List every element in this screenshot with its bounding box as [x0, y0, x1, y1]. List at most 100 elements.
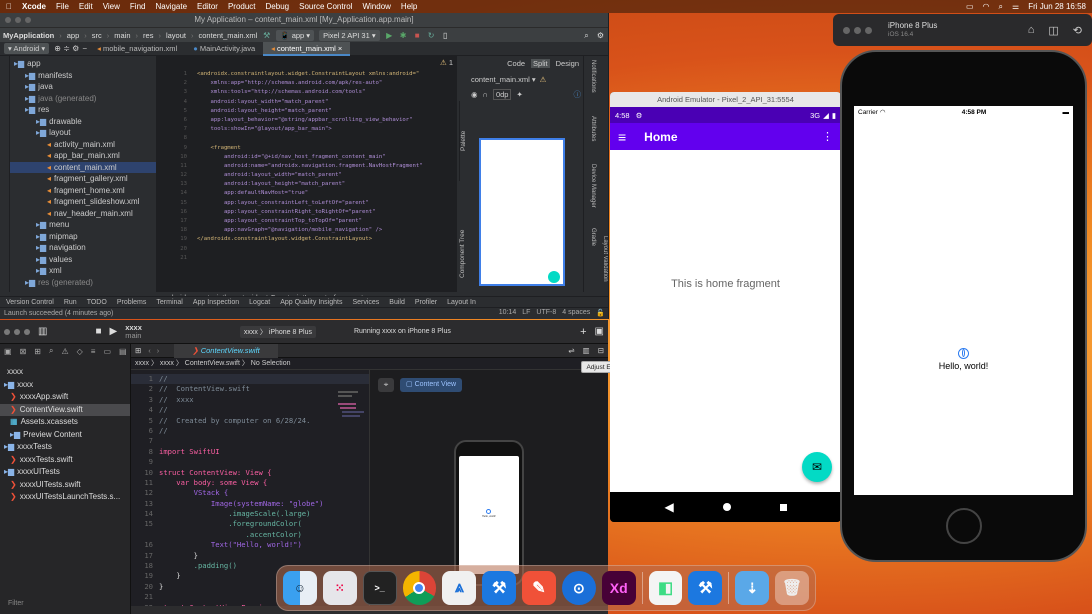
home-button[interactable] — [722, 503, 731, 511]
home-button[interactable] — [946, 508, 982, 544]
breadcrumb-layout[interactable]: layout — [166, 31, 186, 40]
pin-icon[interactable]: ⌖ — [378, 378, 394, 392]
tool-window-button[interactable]: Build — [389, 299, 405, 306]
preview-chip[interactable]: ▢ Content View — [400, 378, 463, 392]
stop-icon[interactable]: ■ — [95, 326, 101, 337]
menu-item-find[interactable]: Find — [130, 2, 146, 11]
device-select[interactable]: Pixel 2 API 31 ▾ — [319, 29, 380, 41]
navigator-item[interactable]: ❯ ContentView.swift — [0, 403, 130, 416]
gradle-tab[interactable]: Gradle — [586, 228, 596, 252]
menu-app-name[interactable]: Xcode — [22, 2, 46, 11]
tool-window-button[interactable]: Layout In — [447, 299, 476, 306]
menu-clock[interactable]: Fri Jun 28 16:58 — [1028, 2, 1086, 11]
screenshot-icon[interactable]: ◫ — [1048, 24, 1058, 37]
menu-item-product[interactable]: Product — [228, 2, 256, 11]
breadcrumb-main[interactable]: main — [114, 31, 130, 40]
rotate-icon[interactable]: ⟲ — [1073, 24, 1082, 37]
forward-icon[interactable]: › — [154, 346, 163, 355]
sidebar-toggle-icon[interactable]: ▥ — [38, 326, 47, 337]
project-tree-item[interactable]: ▸▆ res — [10, 104, 156, 116]
add-editor-icon[interactable]: ⊟ — [594, 346, 608, 355]
tab-main-activity[interactable]: ● MainActivity.java — [185, 42, 263, 56]
dock-proxyman[interactable]: ⊙ — [561, 571, 596, 605]
project-tree-item[interactable]: ▸▆ menu — [10, 219, 156, 231]
navigator-item[interactable]: ▸▆ xxxxTests — [0, 441, 130, 454]
breadcrumb-src[interactable]: src — [92, 31, 102, 40]
warning-icon[interactable]: ⚠ — [440, 58, 447, 67]
project-tree-item[interactable]: ▸▆ res (generated) — [10, 277, 156, 289]
dock-finder[interactable]: ☺ — [283, 571, 317, 605]
lock-icon[interactable]: 🔓 — [596, 309, 605, 317]
navigator-item[interactable]: ▸▆ xxxxUITests — [0, 466, 130, 479]
breadcrumb-res[interactable]: res — [143, 31, 153, 40]
project-tree-item[interactable]: ▸▆ mipmap — [10, 231, 156, 243]
dock-android-studio[interactable]: ◧ — [648, 571, 683, 605]
magnet-icon[interactable]: ∩ — [483, 90, 488, 99]
tool-window-button[interactable]: Run — [64, 299, 77, 306]
wifi-icon[interactable]: ◠ — [983, 2, 990, 11]
menu-item-debug[interactable]: Debug — [266, 2, 290, 11]
tool-window-button[interactable]: Logcat — [249, 299, 270, 306]
error-icon[interactable]: ⚠ — [540, 75, 547, 84]
attributes-tab[interactable]: Attributes — [586, 116, 596, 156]
dock-trash[interactable]: 🗑 — [775, 571, 809, 605]
add-icon[interactable]: + — [580, 326, 586, 338]
project-tree-item[interactable]: ◂ nav_header_main.xml — [10, 208, 156, 220]
project-tree-item[interactable]: ◂ app_bar_main.xml — [10, 150, 156, 162]
tab-mobile-navigation[interactable]: ◂ mobile_navigation.xml — [89, 42, 185, 56]
gear-icon[interactable]: ⚙ — [71, 44, 80, 53]
debug-icon[interactable]: ≡ — [91, 347, 96, 356]
zoom-window-button[interactable] — [25, 17, 31, 23]
menu-item-view[interactable]: View — [103, 2, 120, 11]
breadcrumb-file[interactable]: content_main.xml — [198, 31, 257, 40]
project-tree-item[interactable]: ▸▆ navigation — [10, 242, 156, 254]
report-icon[interactable]: ▤ — [119, 347, 127, 356]
component-tree-tab[interactable]: Component Tree — [459, 216, 470, 291]
debug-icon[interactable]: ✱ — [399, 31, 408, 40]
tool-window-button[interactable]: Services — [352, 299, 379, 306]
design-file-select[interactable]: content_main.xml ▾ — [471, 75, 536, 84]
jump-project[interactable]: xxxx — [135, 360, 149, 367]
project-tree-item[interactable]: ▸▆ java — [10, 81, 156, 93]
inspector-toggle-icon[interactable]: ▣ — [595, 326, 604, 337]
run-config-select[interactable]: 📱 app ▾ — [276, 29, 315, 41]
project-tree-item[interactable]: ▸▆ layout — [10, 127, 156, 139]
zoom-window-button[interactable] — [24, 328, 30, 335]
find-icon[interactable]: ⌕ — [49, 346, 53, 356]
device-manager-tab[interactable]: Device Manager — [586, 164, 596, 224]
design-view-button[interactable]: Design — [556, 59, 579, 68]
control-center-icon[interactable]: ⚌ — [1012, 2, 1019, 11]
tool-window-button[interactable]: App Quality Insights — [280, 299, 342, 306]
recents-button[interactable] — [779, 503, 787, 511]
tool-window-button[interactable]: TODO — [87, 299, 107, 306]
minus-icon[interactable]: − — [80, 44, 89, 53]
layout-validation-tab[interactable]: Layout Validation — [598, 236, 608, 292]
navigator-item[interactable]: ▦ Assets.xcassets — [0, 416, 130, 429]
settings-icon[interactable]: ⚙ — [596, 31, 605, 40]
device-manager-icon[interactable]: ▯ — [441, 31, 450, 40]
project-tree-item[interactable]: ◂ fragment_slideshow.xml — [10, 196, 156, 208]
dock-adobe-xd[interactable]: Xd — [601, 571, 636, 605]
target-icon[interactable]: ⊕ — [53, 44, 62, 53]
symbol-icon[interactable]: ⊞ — [34, 347, 41, 356]
editor-options-icon[interactable]: ⇌ — [564, 346, 578, 355]
project-tree-item[interactable]: ▸▆ xml — [10, 265, 156, 277]
home-icon[interactable]: ⌂ — [1028, 24, 1035, 36]
tool-window-button[interactable]: App Inspection — [193, 299, 239, 306]
navigator-item[interactable]: ❯ xxxxUITestsLaunchTests.s... — [0, 491, 130, 504]
zoom-window-button[interactable] — [865, 26, 872, 34]
issue-icon[interactable]: ⚠ — [61, 347, 68, 356]
margin-select[interactable]: 0dp — [492, 88, 512, 100]
jump-symbol[interactable]: No Selection — [251, 360, 291, 367]
project-tree-item[interactable]: ▸▆ java (generated) — [10, 93, 156, 105]
xml-code-editor[interactable]: ⚠ 1 1 2 3 4 5 6 7 8 9 10 11 12 13 14 15 16 17 18 19 20 21 <a… — [157, 56, 457, 292]
project-tree-item[interactable]: ▸▆ app — [10, 58, 156, 70]
breakpoint-icon[interactable]: ▭ — [103, 347, 111, 356]
navigator-item[interactable]: ▸▆ Preview Content — [0, 429, 130, 442]
apple-icon[interactable]:  — [6, 2, 12, 11]
stop-icon[interactable]: ■ — [413, 31, 422, 40]
close-window-button[interactable] — [4, 328, 10, 335]
code-view-button[interactable]: Code — [507, 59, 525, 68]
test-icon[interactable]: ◇ — [77, 347, 83, 356]
collapse-icon[interactable]: ≑ — [62, 44, 71, 53]
